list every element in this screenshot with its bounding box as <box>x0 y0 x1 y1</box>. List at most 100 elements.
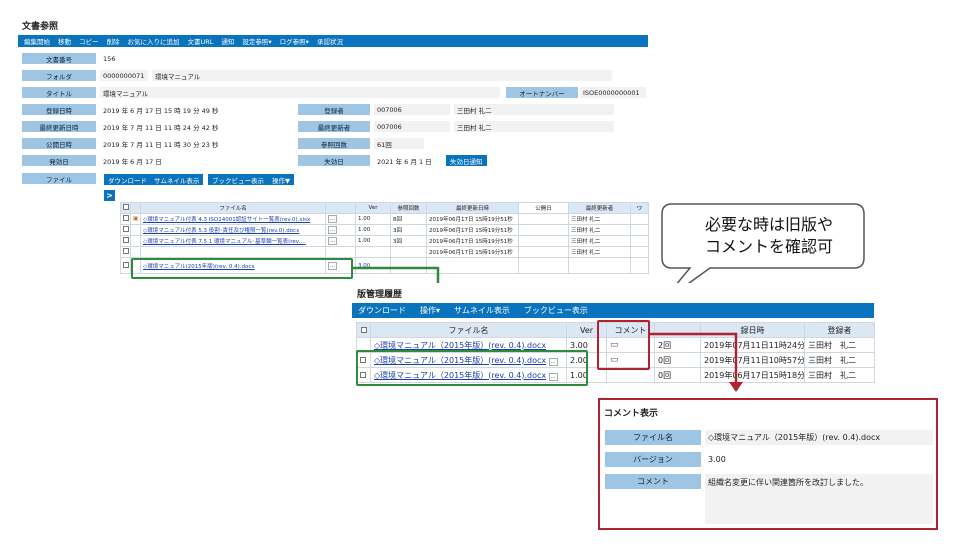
row-checkbox[interactable] <box>120 213 131 225</box>
history-bookview-button[interactable]: ブックビュー表示 <box>524 305 588 316</box>
menu-settings[interactable]: 設定参照▾ <box>242 36 271 46</box>
menu-log[interactable]: ログ参照▾ <box>280 36 309 46</box>
folder-id: 0000000071 <box>100 70 148 81</box>
thumbnail-button[interactable]: サムネイル表示 <box>150 174 204 185</box>
file-link[interactable]: ◇環境マニュアル付表 5.3 役割･責任及び権限一覧(rev.0).docx <box>140 224 326 236</box>
pub-date-value: 2019 年 7 月 11 日 11 時 30 分 23 秒 <box>103 140 219 149</box>
menu-doc-url[interactable]: 文書URL <box>188 36 214 46</box>
table-row[interactable]: ◇環境マニュアル付表 5.3 役割･責任及び権限一覧(rev.0).docx …… <box>120 224 649 236</box>
history-col-user[interactable]: 登録者 <box>804 322 875 338</box>
registrant-id: 007006 <box>374 104 450 115</box>
ref-count-value: 61回 <box>374 138 424 149</box>
file-pubdate <box>518 213 569 225</box>
comment-value: 組織名変更に伴い関連箇所を改訂しました。 <box>705 474 933 524</box>
history-title: 版管理履歴 <box>357 290 403 300</box>
current-file-highlight <box>131 258 353 279</box>
table-row[interactable]: 2019年06月17日 15時19分51秒 三田村 礼二 <box>120 246 649 258</box>
menu-move[interactable]: 移動 <box>58 36 71 46</box>
row-menu-button[interactable]: … <box>325 224 356 236</box>
menu-copy[interactable]: コピー <box>79 36 99 46</box>
excel-file-icon: ▣ <box>130 213 141 225</box>
menu-edit[interactable]: 編集開始 <box>24 36 50 46</box>
exp-notice-button[interactable]: 失効日通知 <box>446 155 487 166</box>
file-pubdate <box>518 224 569 236</box>
file-pubdate <box>518 246 569 258</box>
history-user: 三田村 礼二 <box>804 352 875 368</box>
file-link[interactable]: ◇環境マニュアル付表 4.3 ISO14001認証サイト一覧表(rev.0).x… <box>140 213 326 225</box>
comment-ver-value: 3.00 <box>708 455 726 464</box>
callout-line-2: コメントを確認可 <box>704 237 833 256</box>
file-ver: 1.00 <box>355 224 391 236</box>
menu-approval[interactable]: 承認状況 <box>317 36 343 46</box>
eff-date-value: 2019 年 6 月 17 日 <box>103 157 162 166</box>
file-updater: 三田村 礼二 <box>568 235 631 247</box>
file-pubdate <box>518 257 569 274</box>
file-link[interactable] <box>140 246 326 258</box>
table-row[interactable]: ◇環境マニュアル付表 7.5.1 環境マニュアル･基準類一覧表(rev.… … … <box>120 235 649 247</box>
file-label: ファイル <box>22 173 96 184</box>
file-link[interactable]: ◇環境マニュアル付表 7.5.1 環境マニュアル･基準類一覧表(rev.… <box>140 235 326 247</box>
history-user: 三田村 礼二 <box>804 367 875 383</box>
exp-date-label: 失効日 <box>298 155 370 166</box>
col-icon <box>130 202 141 214</box>
history-download-button[interactable]: ダウンロード <box>358 305 406 316</box>
file-refs <box>390 246 427 258</box>
row-checkbox[interactable] <box>120 224 131 236</box>
title-value: 環境マニュアル <box>100 87 500 98</box>
row-checkbox[interactable] <box>120 235 131 247</box>
menu-delete[interactable]: 削除 <box>107 36 120 46</box>
menu-notify[interactable]: 通知 <box>221 36 234 46</box>
file-extra <box>630 235 649 247</box>
eff-date-label: 発効日 <box>22 155 96 166</box>
row-checkbox[interactable] <box>120 246 131 258</box>
download-button[interactable]: ダウンロード <box>104 174 151 185</box>
col-filename[interactable]: ファイル名 <box>140 202 326 214</box>
col-refs[interactable]: 参照回数 <box>390 202 427 214</box>
doc-no-label: 文書番号 <box>22 53 96 64</box>
row-checkbox[interactable] <box>120 257 131 274</box>
auto-no-value: ISOE0000000001 <box>580 87 646 98</box>
col-menu <box>325 202 356 214</box>
row-menu-button[interactable]: … <box>325 213 356 225</box>
file-extra <box>630 213 649 225</box>
page-title: 文書参照 <box>22 22 59 32</box>
file-ver <box>355 246 391 258</box>
file-updater <box>568 257 631 274</box>
operation-button[interactable]: 操作▼ <box>268 174 294 185</box>
col-extra[interactable]: ワ <box>630 202 649 214</box>
comment-panel-title: コメント表示 <box>604 409 659 419</box>
updater-id: 007006 <box>374 121 450 132</box>
menu-bar: 編集開始 移動 コピー 削除 お気に入りに追加 文書URL 通知 設定参照▾ ロ… <box>18 35 648 47</box>
table-row[interactable]: ▣ ◇環境マニュアル付表 4.3 ISO14001認証サイト一覧表(rev.0)… <box>120 213 649 225</box>
file-refs: 8回 <box>390 213 427 225</box>
col-ver[interactable]: Ver <box>355 202 391 214</box>
file-refs: 3回 <box>390 224 427 236</box>
history-select-all[interactable] <box>356 322 371 338</box>
select-all[interactable] <box>120 202 131 214</box>
comment-file-label: ファイル名 <box>605 430 701 445</box>
col-updated[interactable]: 最終更新日時 <box>426 202 519 214</box>
col-pubdate[interactable]: 公開日 <box>518 202 569 214</box>
history-user: 三田村 礼二 <box>804 337 875 353</box>
red-arrow-icon <box>650 332 743 392</box>
row-menu-cell <box>325 246 356 258</box>
menu-favorite[interactable]: お気に入りに追加 <box>128 36 180 46</box>
history-thumbnail-button[interactable]: サムネイル表示 <box>454 305 510 316</box>
col-updater[interactable]: 最終更新者 <box>568 202 631 214</box>
bookview-button[interactable]: ブックビュー表示 <box>208 174 268 185</box>
reg-date-value: 2019 年 6 月 17 日 15 時 19 分 49 秒 <box>103 106 219 115</box>
registrant-label: 登録者 <box>298 104 370 115</box>
file-updated: 2019年06月17日 15時19分51秒 <box>426 213 519 225</box>
history-col-filename[interactable]: ファイル名 <box>370 322 567 338</box>
row-menu-button[interactable]: … <box>325 235 356 247</box>
expand-icon[interactable]: > <box>104 190 115 201</box>
file-updater: 三田村 礼二 <box>568 246 631 258</box>
callout-text: 必要な時は旧版や コメントを確認可 <box>662 214 876 258</box>
comment-label: コメント <box>605 474 701 489</box>
file-updated: 2019年06月17日 15時19分51秒 <box>426 235 519 247</box>
history-operation-button[interactable]: 操作▾ <box>420 305 440 316</box>
updater-label: 最終更新者 <box>298 121 370 132</box>
registrant-name: 三田村 礼二 <box>454 104 614 115</box>
file-updated: 2019年06月17日 15時19分51秒 <box>426 246 519 258</box>
upd-date-value: 2019 年 7 月 11 日 11 時 24 分 42 秒 <box>103 123 219 132</box>
